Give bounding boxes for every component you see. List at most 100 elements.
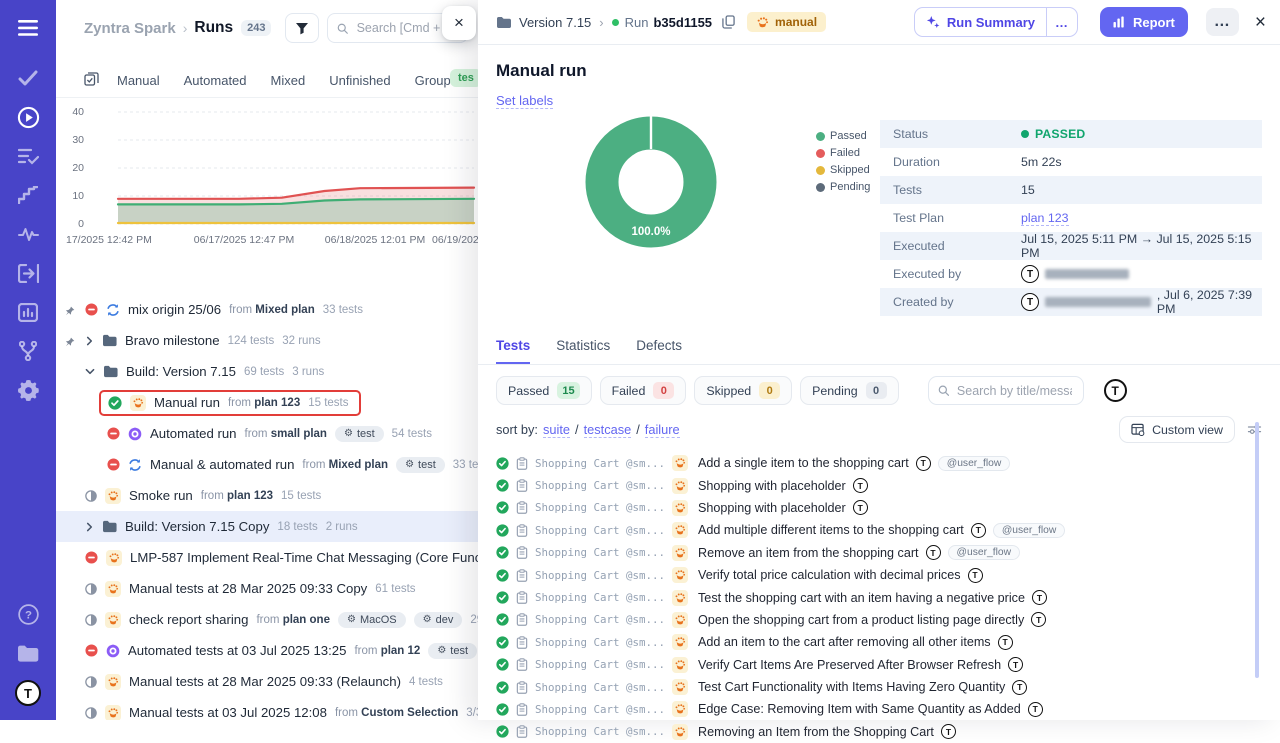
filter-button[interactable] — [285, 13, 319, 43]
more-actions-button[interactable]: … — [1206, 8, 1239, 36]
import-icon[interactable] — [16, 261, 40, 285]
assignee-avatar[interactable]: T — [1104, 379, 1127, 402]
filter-chip-failed[interactable]: Failed0 — [600, 376, 687, 405]
test-plans-icon[interactable] — [16, 144, 40, 168]
test-row[interactable]: Shopping Cart @sm...Verify total price c… — [496, 564, 1280, 586]
status-blocked-icon — [107, 427, 120, 440]
chevron-down-icon[interactable] — [85, 367, 95, 376]
run-row[interactable]: Automated tests at 03 Jul 2025 13:25from… — [56, 635, 478, 666]
copy-run-id-button[interactable] — [722, 15, 735, 29]
hand-icon — [672, 567, 688, 583]
runs-tab-mixed[interactable]: Mixed — [271, 73, 306, 88]
runs-tab-manual[interactable]: Manual — [117, 73, 160, 88]
test-row[interactable]: Shopping Cart @sm...Removing an Item fro… — [496, 721, 1280, 743]
test-row[interactable]: Shopping Cart @sm...Add a single item to… — [496, 452, 1280, 474]
run-row[interactable]: Build: Version 7.15 Copy18 tests2 runs — [56, 511, 478, 542]
custom-view-button[interactable]: Custom view — [1119, 416, 1235, 443]
legend-item: Failed — [816, 147, 870, 159]
branches-icon[interactable] — [16, 339, 40, 363]
sort-link-suite[interactable]: suite — [543, 422, 570, 438]
copy-icon — [722, 15, 735, 29]
env-chip: ⚙test — [335, 426, 384, 442]
detail-tab-statistics[interactable]: Statistics — [556, 338, 610, 364]
test-row[interactable]: Shopping Cart @sm...Remove an item from … — [496, 542, 1280, 564]
run-row[interactable]: Bravo milestone124 tests32 runs — [56, 325, 478, 356]
run-summary-more-button[interactable]: … — [1047, 8, 1077, 36]
test-row[interactable]: Shopping Cart @sm...Edge Case: Removing … — [496, 698, 1280, 720]
breadcrumb-folder[interactable]: Version 7.15 — [519, 15, 591, 30]
test-row[interactable]: Shopping Cart @sm...Verify Cart Items Ar… — [496, 654, 1280, 676]
suite-path: Shopping Cart @sm... — [535, 524, 665, 537]
run-row[interactable]: Build: Version 7.1569 tests3 runs — [56, 356, 478, 387]
pulse-icon[interactable] — [16, 222, 40, 246]
svg-text:?: ? — [25, 609, 32, 621]
manual-badge[interactable]: manual — [747, 12, 826, 32]
status-blocked-icon — [85, 303, 98, 316]
detail-tab-defects[interactable]: Defects — [636, 338, 682, 364]
info-row: Duration5m 22s — [880, 148, 1262, 176]
sort-link-failure[interactable]: failure — [645, 422, 680, 438]
runs-tab-unfinished[interactable]: Unfinished — [329, 73, 390, 88]
runs-icon[interactable] — [16, 105, 40, 129]
test-plan-link[interactable]: plan 123 — [1021, 211, 1069, 226]
breadcrumb-section: Runs — [194, 19, 233, 37]
panel-close-button[interactable]: × — [442, 6, 476, 40]
test-title: Add multiple different items to the shop… — [698, 523, 964, 537]
projects-folder-icon[interactable] — [16, 641, 40, 665]
run-row[interactable]: Manual & automated runfrom Mixed plan⚙te… — [56, 449, 478, 480]
run-summary-label: Run Summary — [947, 15, 1035, 30]
testcase-icon — [516, 479, 528, 492]
milestones-icon[interactable] — [16, 183, 40, 207]
filter-chip-pending[interactable]: Pending0 — [800, 376, 898, 405]
runs-count-badge: 243 — [241, 20, 271, 36]
filter-tag-chip[interactable]: tes — [450, 69, 478, 87]
run-title: check report sharing — [129, 612, 248, 627]
test-row[interactable]: Shopping Cart @sm...Shopping with placeh… — [496, 474, 1280, 496]
run-row[interactable]: Manual runfrom plan 12315 tests — [56, 387, 478, 418]
run-row[interactable]: check report sharingfrom plan one⚙MacOS⚙… — [56, 604, 478, 635]
sort-link-testcase[interactable]: testcase — [584, 422, 632, 438]
test-row[interactable]: Shopping Cart @sm...Test the shopping ca… — [496, 586, 1280, 608]
run-row[interactable]: LMP-587 Implement Real-Time Chat Messagi… — [56, 542, 478, 573]
tests-search[interactable] — [928, 376, 1084, 405]
report-button[interactable]: Report — [1100, 7, 1188, 37]
runs-tab-automated[interactable]: Automated — [184, 73, 247, 88]
chevron-right-icon[interactable] — [85, 522, 94, 532]
testcase-icon — [516, 546, 528, 559]
run-plan: from Custom Selection — [335, 707, 458, 719]
scrollbar-thumb[interactable] — [1255, 422, 1259, 678]
tasks-icon[interactable] — [16, 66, 40, 90]
help-icon[interactable]: ? — [16, 602, 40, 626]
test-row[interactable]: Shopping Cart @sm...Shopping with placeh… — [496, 497, 1280, 519]
status-passed-icon — [496, 591, 509, 604]
test-row[interactable]: Shopping Cart @sm... Add multiple differe… — [496, 519, 1280, 541]
run-row[interactable]: Smoke runfrom plan 12315 tests — [56, 480, 478, 511]
test-row[interactable]: Shopping Cart @sm...Add an item to the c… — [496, 631, 1280, 653]
batch-select-icon[interactable] — [84, 72, 99, 89]
settings-icon[interactable] — [16, 378, 40, 402]
run-summary-button[interactable]: Run Summary … — [914, 7, 1078, 37]
test-row[interactable]: Shopping Cart @sm...Open the shopping ca… — [496, 609, 1280, 631]
breadcrumb-project[interactable]: Zyntra Spark — [84, 20, 176, 37]
run-row[interactable]: mix origin 25/06from Mixed plan33 tests — [56, 294, 478, 325]
detail-tab-tests[interactable]: Tests — [496, 338, 530, 364]
menu-icon[interactable] — [16, 16, 40, 40]
test-row[interactable]: Shopping Cart @sm...Test Cart Functional… — [496, 676, 1280, 698]
hand-icon — [105, 674, 121, 690]
run-row[interactable]: Automated runfrom small plan⚙test54 test… — [56, 418, 478, 449]
analytics-icon[interactable] — [16, 300, 40, 324]
svg-text:100.0%: 100.0% — [631, 226, 670, 238]
user-avatar[interactable]: T — [15, 680, 41, 706]
run-row[interactable]: Manual tests at 03 Jul 2025 12:08from Cu… — [56, 697, 478, 720]
run-actions: Run Summary … Report … × — [914, 7, 1266, 37]
tests-search-input[interactable] — [955, 383, 1074, 399]
user-avatar: T — [1021, 293, 1039, 311]
close-detail-button[interactable]: × — [1255, 13, 1266, 32]
set-labels-link[interactable]: Set labels — [496, 93, 553, 109]
runs-trend-chart: 40302010017/2025 12:42 PM06/17/2025 12:4… — [56, 106, 478, 254]
filter-chip-skipped[interactable]: Skipped0 — [694, 376, 792, 405]
run-row[interactable]: Manual tests at 28 Mar 2025 09:33 (Relau… — [56, 666, 478, 697]
filter-chip-passed[interactable]: Passed15 — [496, 376, 592, 405]
run-row[interactable]: Manual tests at 28 Mar 2025 09:33 Copy61… — [56, 573, 478, 604]
chevron-right-icon[interactable] — [85, 336, 94, 346]
